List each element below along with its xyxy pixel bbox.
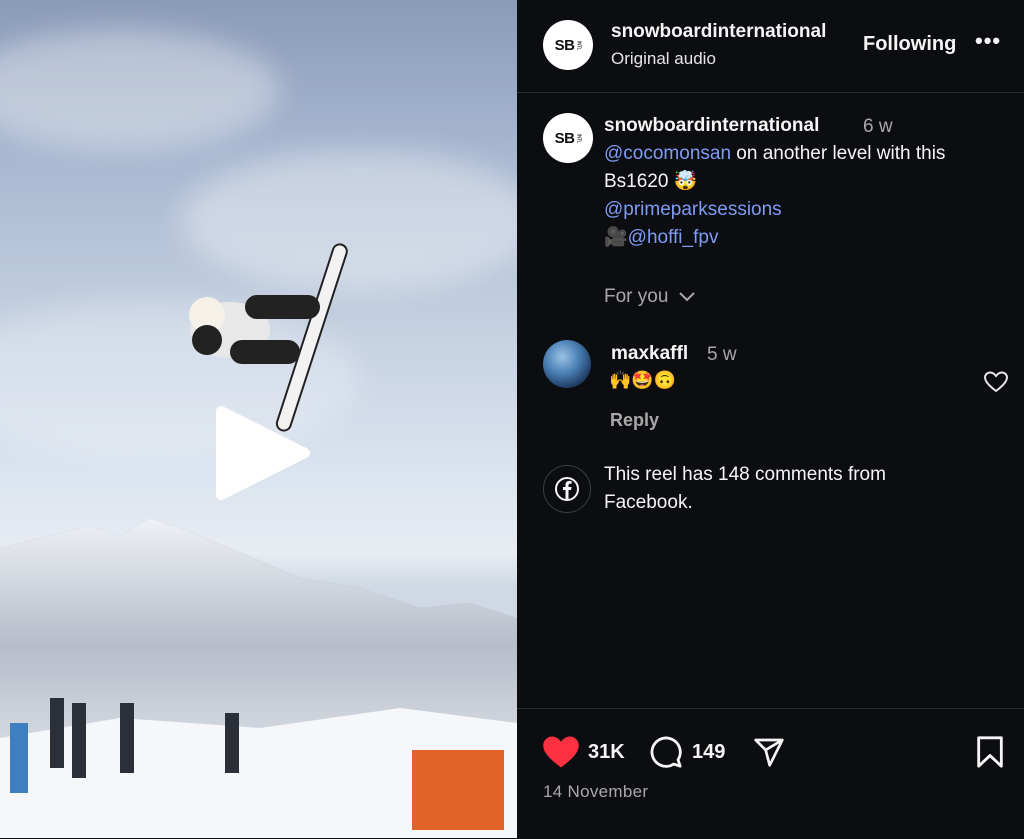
commenter-avatar[interactable]	[543, 340, 591, 388]
sky-cloud	[0, 30, 280, 150]
comment-text: 🙌🤩🙃	[609, 370, 677, 390]
mention-link[interactable]: @hoffi_fpv	[628, 227, 719, 248]
caption-time: 6 w	[863, 116, 893, 137]
like-count[interactable]: 31K	[588, 741, 625, 764]
action-bar: 31K 149 14 November	[517, 708, 1024, 839]
heart-filled-icon[interactable]	[542, 735, 580, 769]
mountain-range	[0, 518, 517, 838]
more-icon[interactable]: •••	[975, 28, 1001, 54]
post-panel: SB INTL snowboardinternational Original a…	[517, 0, 1024, 838]
caption-line-1: @cocomonsan on another level with this	[604, 140, 945, 168]
facebook-comments-note: This reel has 148 comments from Facebook…	[604, 464, 886, 513]
following-button[interactable]: Following	[863, 33, 956, 56]
comment-count[interactable]: 149	[692, 741, 725, 764]
facebook-icon	[543, 465, 591, 513]
chevron-down-icon	[678, 292, 695, 302]
caption-line-3: @primeparksessions	[604, 196, 782, 224]
camera-icon: 🎥	[604, 227, 628, 248]
post-date: 14 November	[543, 782, 649, 801]
play-icon[interactable]	[213, 403, 313, 503]
caption-line-4: 🎥@hoffi_fpv	[604, 224, 718, 252]
audio-label[interactable]: Original audio	[611, 49, 716, 69]
comment-icon[interactable]	[649, 735, 683, 769]
heart-outline-icon[interactable]	[984, 371, 1008, 393]
commenter-username[interactable]: maxkaffl	[611, 343, 688, 365]
share-icon[interactable]	[753, 736, 785, 768]
mention-link[interactable]: @primeparksessions	[604, 199, 782, 220]
author-username[interactable]: snowboardinternational	[611, 21, 826, 43]
comment-time: 5 w	[707, 344, 737, 365]
caption-text: on another level with this	[731, 143, 946, 164]
post-header: SB INTL snowboardinternational Original a…	[517, 0, 1024, 93]
caption-username[interactable]: snowboardinternational	[604, 115, 819, 137]
reel-video[interactable]	[0, 0, 517, 838]
reply-button[interactable]: Reply	[610, 410, 659, 431]
mention-link[interactable]: @cocomonsan	[604, 143, 731, 164]
orange-box	[412, 750, 504, 830]
profile-avatar[interactable]: SB INTL	[543, 20, 593, 70]
bookmark-icon[interactable]	[975, 735, 1005, 769]
caption-avatar[interactable]: SB INTL	[543, 113, 593, 163]
for-you-filter[interactable]: For you	[604, 286, 696, 308]
caption-line-2: Bs1620 🤯	[604, 171, 698, 192]
for-you-label: For you	[604, 286, 669, 307]
